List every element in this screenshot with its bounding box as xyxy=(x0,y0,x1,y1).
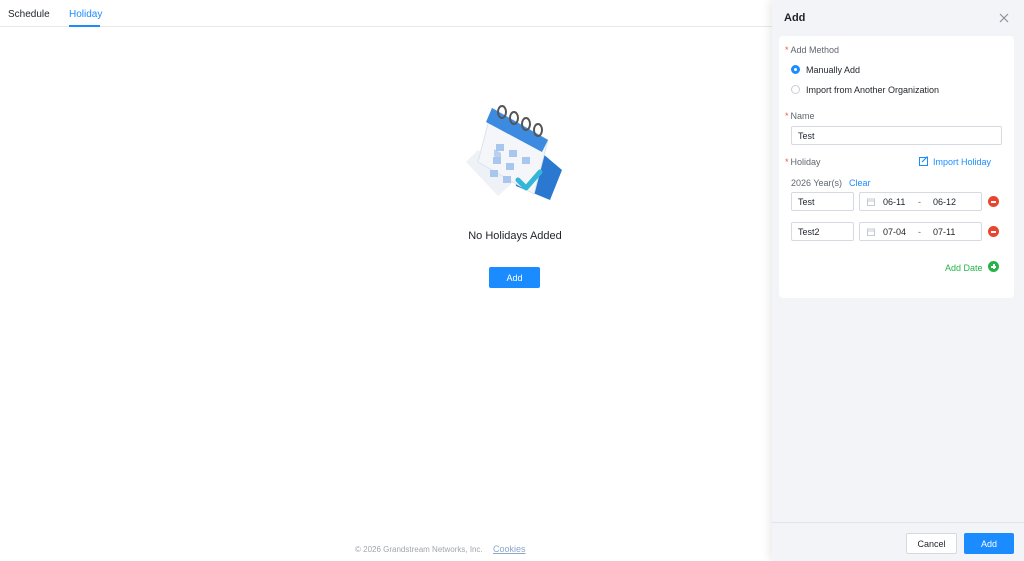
add-method-label: * Add Method xyxy=(785,45,840,55)
form-card: * Add Method Manually Add Import from Ano… xyxy=(779,36,1014,298)
end-date: 06-12 xyxy=(933,197,957,207)
add-holiday-button[interactable]: Add xyxy=(489,267,540,288)
cancel-button[interactable]: Cancel xyxy=(906,533,957,554)
tab-bar: Schedule Holiday xyxy=(0,0,772,27)
holiday-name-input[interactable]: Test xyxy=(791,192,854,211)
start-date: 07-04 xyxy=(883,227,907,237)
name-label: * Name xyxy=(785,111,815,121)
radio-manually-add-label[interactable]: Manually Add xyxy=(806,65,860,75)
date-range-picker[interactable]: 06-11 - 06-12 xyxy=(859,192,982,211)
page-footer: © 2026 Grandstream Networks, Inc. Cookie… xyxy=(355,544,525,554)
import-holiday-link[interactable]: Import Holiday xyxy=(933,157,991,167)
tab-holiday[interactable]: Holiday xyxy=(69,9,102,20)
date-separator: - xyxy=(918,227,921,237)
radio-import-org-label[interactable]: Import from Another Organization xyxy=(806,85,939,95)
date-range-picker[interactable]: 07-04 - 07-11 xyxy=(859,222,982,241)
calendar-icon xyxy=(867,198,875,206)
edit-icon[interactable] xyxy=(919,156,929,166)
clear-link[interactable]: Clear xyxy=(849,178,871,188)
holiday-name-input[interactable]: Test2 xyxy=(791,222,854,241)
add-date-plus-icon[interactable] xyxy=(988,261,999,272)
end-date: 07-11 xyxy=(933,227,956,237)
year-label: 2026 Year(s) xyxy=(791,178,843,188)
remove-holiday-button[interactable] xyxy=(988,226,999,237)
remove-holiday-button[interactable] xyxy=(988,196,999,207)
calendar-icon xyxy=(867,228,875,236)
holiday-label: * Holiday xyxy=(785,157,821,167)
cookies-link[interactable]: Cookies xyxy=(493,544,526,554)
calendar-illustration xyxy=(466,105,562,200)
main-content: Schedule Holiday No Holidays Added Add ©… xyxy=(0,0,772,561)
active-tab-indicator xyxy=(69,25,100,27)
name-input[interactable]: Test xyxy=(791,126,1002,145)
start-date: 06-11 xyxy=(883,197,906,207)
radio-import-org[interactable] xyxy=(791,85,800,94)
empty-state-message: No Holidays Added xyxy=(468,230,562,242)
copyright-text: © 2026 Grandstream Networks, Inc. xyxy=(355,545,483,554)
submit-add-button[interactable]: Add xyxy=(964,533,1014,554)
drawer-footer: Cancel Add xyxy=(772,522,1024,561)
date-separator: - xyxy=(918,197,921,207)
add-date-link[interactable]: Add Date xyxy=(945,263,983,273)
add-holiday-drawer: Add * Add Method Manually Add Import from… xyxy=(772,0,1024,561)
close-icon[interactable] xyxy=(998,12,1010,24)
radio-manually-add[interactable] xyxy=(791,65,800,74)
drawer-title: Add xyxy=(784,12,806,24)
tab-schedule[interactable]: Schedule xyxy=(8,9,50,20)
